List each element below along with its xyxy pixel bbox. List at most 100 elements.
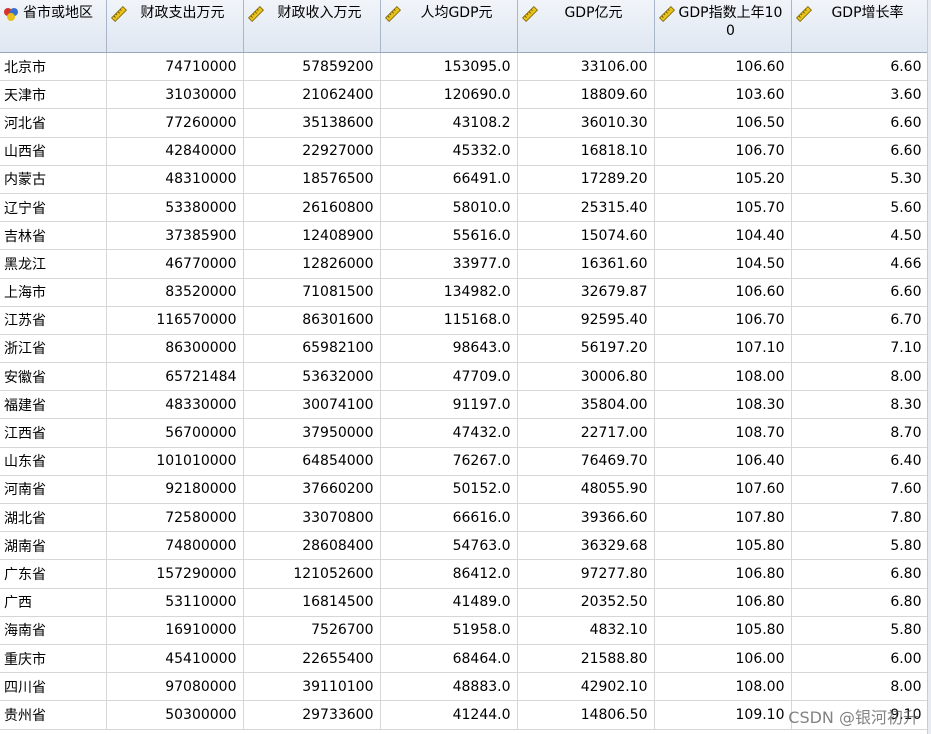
region-cell[interactable]: 河南省 [0, 475, 107, 505]
value-cell[interactable]: 41244.0 [380, 700, 518, 730]
column-header-6[interactable]: GDP增长率 [791, 0, 929, 53]
region-cell[interactable]: 上海市 [0, 278, 107, 307]
value-cell[interactable]: 6.70 [791, 306, 929, 335]
column-header-4[interactable]: GDP亿元 [517, 0, 655, 53]
value-cell[interactable]: 105.80 [654, 616, 792, 645]
value-cell[interactable]: 105.80 [654, 531, 792, 561]
region-cell[interactable]: 山西省 [0, 137, 107, 166]
region-cell[interactable]: 吉林省 [0, 221, 107, 251]
value-cell[interactable]: 16814500 [243, 588, 381, 617]
value-cell[interactable]: 53380000 [106, 193, 244, 223]
value-cell[interactable]: 54763.0 [380, 531, 518, 561]
region-cell[interactable]: 湖北省 [0, 503, 107, 533]
value-cell[interactable]: 25315.40 [517, 193, 655, 223]
value-cell[interactable]: 37950000 [243, 418, 381, 448]
value-cell[interactable]: 5.80 [791, 531, 929, 561]
vertical-scrollbar[interactable] [927, 0, 931, 734]
value-cell[interactable]: 17289.20 [517, 165, 655, 194]
value-cell[interactable]: 68464.0 [380, 644, 518, 674]
value-cell[interactable]: 36010.30 [517, 108, 655, 138]
value-cell[interactable]: 5.60 [791, 193, 929, 223]
value-cell[interactable]: 48055.90 [517, 475, 655, 505]
value-cell[interactable]: 7.60 [791, 475, 929, 505]
value-cell[interactable]: 12826000 [243, 249, 381, 279]
value-cell[interactable]: 48883.0 [380, 672, 518, 702]
value-cell[interactable]: 106.00 [654, 644, 792, 674]
region-cell[interactable]: 北京市 [0, 52, 107, 82]
value-cell[interactable]: 56197.20 [517, 334, 655, 364]
value-cell[interactable]: 7526700 [243, 616, 381, 645]
value-cell[interactable]: 74710000 [106, 52, 244, 82]
value-cell[interactable]: 8.70 [791, 418, 929, 448]
value-cell[interactable]: 66491.0 [380, 165, 518, 194]
value-cell[interactable]: 50300000 [106, 700, 244, 730]
value-cell[interactable]: 45410000 [106, 644, 244, 674]
value-cell[interactable]: 53110000 [106, 588, 244, 617]
value-cell[interactable]: 39110100 [243, 672, 381, 702]
value-cell[interactable]: 33106.00 [517, 52, 655, 82]
value-cell[interactable]: 66616.0 [380, 503, 518, 533]
value-cell[interactable]: 12408900 [243, 221, 381, 251]
value-cell[interactable]: 4832.10 [517, 616, 655, 645]
region-cell[interactable]: 山东省 [0, 447, 107, 476]
value-cell[interactable]: 83520000 [106, 278, 244, 307]
value-cell[interactable]: 8.00 [791, 362, 929, 392]
value-cell[interactable]: 46770000 [106, 249, 244, 279]
value-cell[interactable]: 5.30 [791, 165, 929, 194]
value-cell[interactable]: 77260000 [106, 108, 244, 138]
value-cell[interactable]: 32679.87 [517, 278, 655, 307]
value-cell[interactable]: 98643.0 [380, 334, 518, 364]
value-cell[interactable]: 86412.0 [380, 559, 518, 589]
value-cell[interactable]: 108.30 [654, 390, 792, 420]
region-cell[interactable]: 内蒙古 [0, 165, 107, 194]
value-cell[interactable]: 6.60 [791, 108, 929, 138]
value-cell[interactable]: 120690.0 [380, 80, 518, 110]
value-cell[interactable]: 47709.0 [380, 362, 518, 392]
value-cell[interactable]: 86301600 [243, 306, 381, 335]
region-cell[interactable]: 浙江省 [0, 334, 107, 364]
value-cell[interactable]: 153095.0 [380, 52, 518, 82]
value-cell[interactable]: 18576500 [243, 165, 381, 194]
region-cell[interactable]: 江西省 [0, 418, 107, 448]
value-cell[interactable]: 74800000 [106, 531, 244, 561]
value-cell[interactable]: 53632000 [243, 362, 381, 392]
region-cell[interactable]: 黑龙江 [0, 249, 107, 279]
value-cell[interactable]: 107.60 [654, 475, 792, 505]
value-cell[interactable]: 29733600 [243, 700, 381, 730]
value-cell[interactable]: 30074100 [243, 390, 381, 420]
value-cell[interactable]: 6.60 [791, 137, 929, 166]
value-cell[interactable]: 104.50 [654, 249, 792, 279]
value-cell[interactable]: 91197.0 [380, 390, 518, 420]
value-cell[interactable]: 58010.0 [380, 193, 518, 223]
value-cell[interactable]: 6.60 [791, 278, 929, 307]
value-cell[interactable]: 6.00 [791, 644, 929, 674]
value-cell[interactable]: 22927000 [243, 137, 381, 166]
region-cell[interactable]: 重庆市 [0, 644, 107, 674]
value-cell[interactable]: 48310000 [106, 165, 244, 194]
value-cell[interactable]: 18809.60 [517, 80, 655, 110]
region-cell[interactable]: 江苏省 [0, 306, 107, 335]
value-cell[interactable]: 106.80 [654, 559, 792, 589]
value-cell[interactable]: 109.10 [654, 700, 792, 730]
value-cell[interactable]: 20352.50 [517, 588, 655, 617]
value-cell[interactable]: 30006.80 [517, 362, 655, 392]
region-cell[interactable]: 贵州省 [0, 700, 107, 730]
value-cell[interactable]: 108.00 [654, 672, 792, 702]
column-header-3[interactable]: 人均GDP元 [380, 0, 518, 53]
value-cell[interactable]: 103.60 [654, 80, 792, 110]
region-cell[interactable]: 广东省 [0, 559, 107, 589]
value-cell[interactable]: 106.60 [654, 278, 792, 307]
value-cell[interactable]: 36329.68 [517, 531, 655, 561]
region-cell[interactable]: 安徽省 [0, 362, 107, 392]
value-cell[interactable]: 92595.40 [517, 306, 655, 335]
value-cell[interactable]: 6.40 [791, 447, 929, 476]
value-cell[interactable]: 39366.60 [517, 503, 655, 533]
value-cell[interactable]: 5.80 [791, 616, 929, 645]
value-cell[interactable]: 97080000 [106, 672, 244, 702]
value-cell[interactable]: 6.80 [791, 588, 929, 617]
value-cell[interactable]: 6.80 [791, 559, 929, 589]
value-cell[interactable]: 21062400 [243, 80, 381, 110]
value-cell[interactable]: 16818.10 [517, 137, 655, 166]
region-cell[interactable]: 四川省 [0, 672, 107, 702]
value-cell[interactable]: 121052600 [243, 559, 381, 589]
